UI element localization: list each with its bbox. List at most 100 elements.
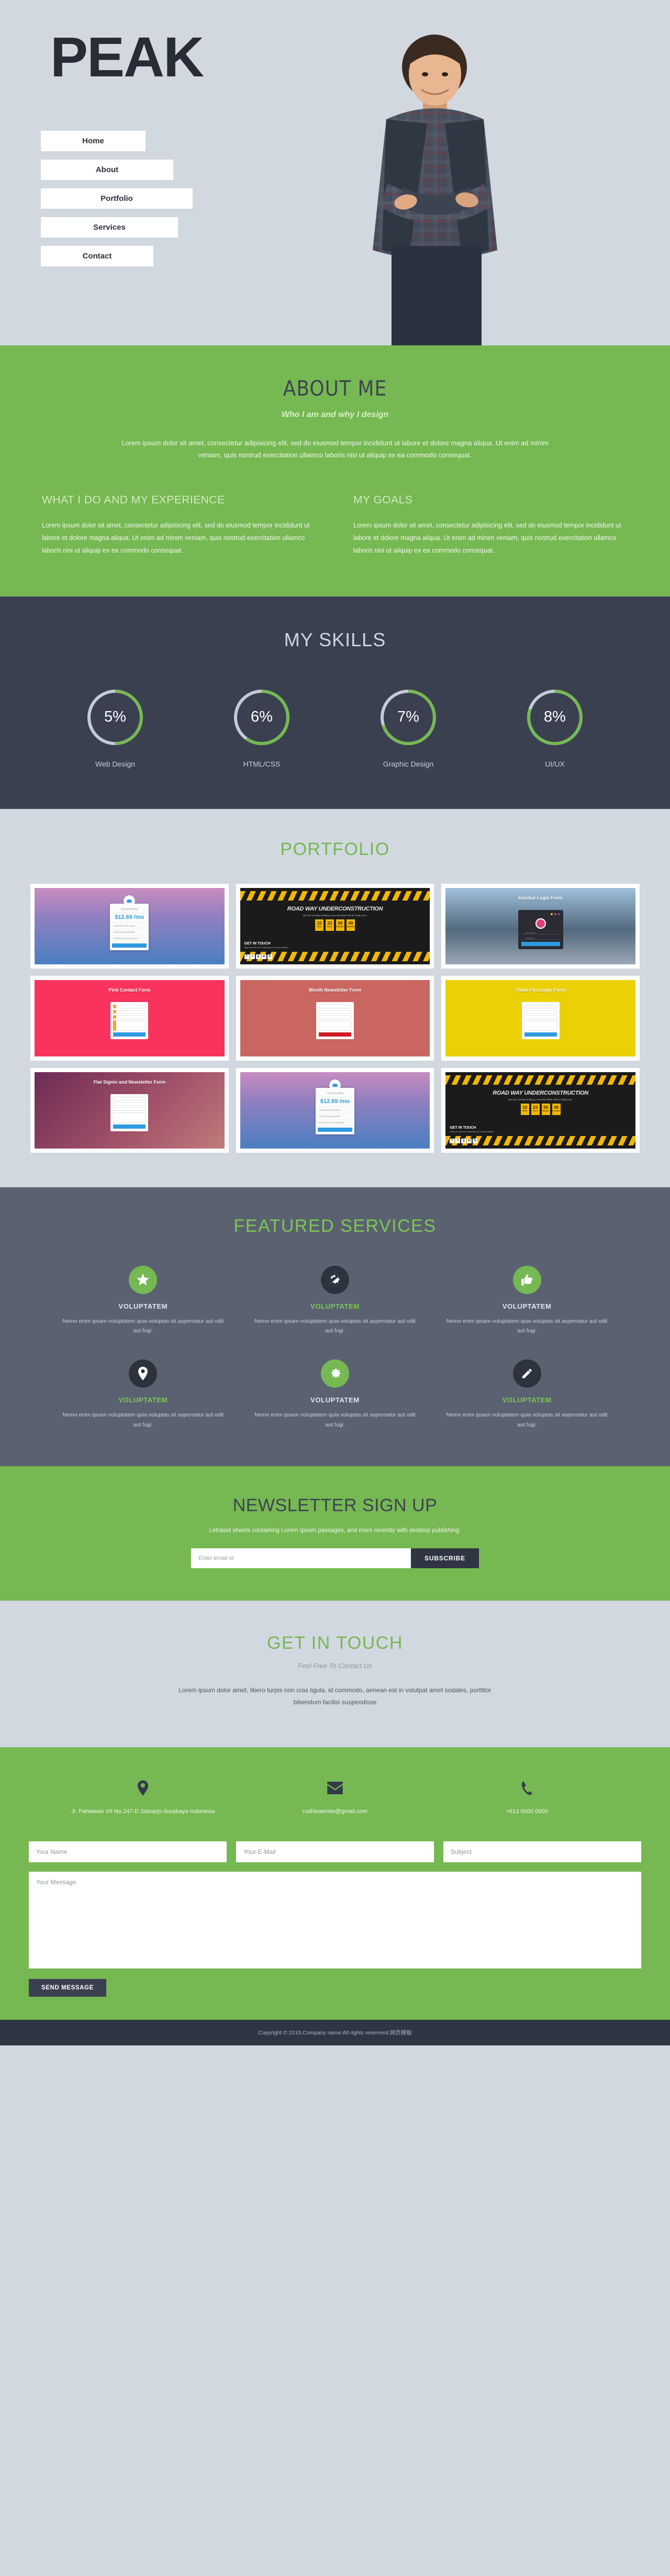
- hazard-stripe: [240, 891, 430, 901]
- portfolio-thumbnail: Month Newsletter Form: [240, 980, 430, 1056]
- about-column-heading: WHAT I DO AND MY EXPERIENCE: [42, 493, 225, 506]
- contact-detail-phone: +613 0000 0000: [431, 1778, 623, 1817]
- pricing-card: Cloud Hosting $12.69 /mo Unlimited Disk sp…: [110, 903, 149, 950]
- portfolio-item[interactable]: Pink Contact Form: [30, 975, 229, 1061]
- nav-item-portfolio[interactable]: Portfolio: [41, 188, 193, 209]
- portfolio-item[interactable]: Clean Flat Login Form: [441, 975, 640, 1061]
- skill-percent: 5%: [104, 708, 126, 726]
- about-column-experience: WHAT I DO AND MY EXPERIENCE Lorem ipsum …: [42, 494, 317, 557]
- form-submit-button[interactable]: [113, 1124, 146, 1129]
- pricing-price: $12.69 /mo: [317, 1096, 352, 1107]
- pricing-feature: Unlimited Email address: [112, 936, 147, 942]
- service-body: Nemo enim ipsam voluptatem quia voluptas…: [254, 1412, 416, 1428]
- contact-form: SEND MESSAGE: [29, 1841, 641, 1997]
- pencil-icon[interactable]: [512, 1359, 541, 1388]
- portfolio-item[interactable]: klasikal Login Form Username Password: [441, 883, 640, 969]
- pricing-cta[interactable]: [112, 943, 147, 948]
- countdown-box: 23 Hours: [531, 1103, 540, 1115]
- form-mockup: [316, 1002, 354, 1039]
- login-button[interactable]: [521, 941, 560, 946]
- nav-item-about[interactable]: About: [41, 160, 173, 180]
- skill-item: 6% HTML/CSS: [188, 689, 335, 768]
- contact-email-input[interactable]: [236, 1841, 434, 1863]
- form-mockup: [110, 1094, 149, 1131]
- road-get-in-touch: GET IN TOUCH Stay tuned and don't forget …: [450, 1126, 494, 1133]
- newsletter-email-input[interactable]: [191, 1548, 411, 1569]
- contact-subject-input[interactable]: [443, 1841, 641, 1863]
- social-icons[interactable]: f t g in b: [450, 1138, 478, 1143]
- contact-name-input[interactable]: [29, 1841, 227, 1863]
- nav-item-home[interactable]: Home: [41, 131, 146, 151]
- pricing-feature: Unlimited Disk space: [317, 1107, 352, 1113]
- portfolio-item[interactable]: ROAD WAY UNDERCONSTRUCTION We are current…: [236, 883, 434, 969]
- portfolio-item[interactable]: ROAD WAY UNDERCONSTRUCTION We are current…: [441, 1067, 640, 1153]
- pricing-feature: Unlimited Bandwidth: [317, 1113, 352, 1120]
- mail-icon: [239, 1778, 431, 1798]
- countdown-box: 59 Minutes: [541, 1103, 550, 1115]
- about-columns: WHAT I DO AND MY EXPERIENCE Lorem ipsum …: [42, 494, 628, 557]
- road-title: ROAD WAY UNDERCONSTRUCTION: [493, 1089, 588, 1096]
- service-label: VOLUPTATEM: [118, 1396, 168, 1404]
- portfolio-item[interactable]: Cloud Hosting $12.69 /mo Unlimited Disk sp…: [30, 883, 229, 969]
- about-title: ABOUT ME: [283, 377, 387, 401]
- contact-section: Jl. Pahlawan VII No.247-D Sidoarjo-Surab…: [0, 1747, 670, 2020]
- login-window: Username Password: [518, 909, 563, 949]
- newsletter-subscribe-button[interactable]: SUBSCRIBE: [411, 1548, 479, 1569]
- hazard-stripe: [445, 1075, 635, 1085]
- service-body: Nemo enim ipsam voluptatem quia voluptas…: [446, 1412, 608, 1428]
- portfolio-caption: Flat Signin and Newsletter Form: [93, 1079, 166, 1085]
- portfolio-thumbnail: ROAD WAY UNDERCONSTRUCTION We are current…: [240, 887, 430, 964]
- form-submit-button[interactable]: [524, 1032, 557, 1037]
- portfolio-item[interactable]: Flat Signin and Newsletter Form: [30, 1067, 229, 1153]
- phone-icon: [431, 1778, 623, 1798]
- road-subtitle: We are currently building a new site whi…: [303, 914, 367, 917]
- star-icon[interactable]: [129, 1265, 158, 1294]
- map-pin-icon: [47, 1778, 239, 1798]
- pricing-cta[interactable]: [317, 1127, 352, 1132]
- contact-message-textarea[interactable]: [29, 1872, 641, 1969]
- form-submit-button[interactable]: [318, 1032, 351, 1037]
- portfolio-caption: Clean Flat Login Form: [516, 987, 566, 993]
- portfolio-thumbnail: ROAD WAY UNDERCONSTRUCTION We are current…: [445, 1072, 635, 1149]
- portfolio-caption: Pink Contact Form: [108, 987, 151, 993]
- footer-copyright: Copyright © 2015.Company name All rights…: [258, 2030, 412, 2037]
- newsletter-form: SUBSCRIBE: [0, 1548, 670, 1569]
- skill-item: 8% UI/UX: [482, 689, 628, 768]
- service-item: VOLUPTATEM Nemo enim ipsam voluptatem qui…: [431, 1265, 623, 1336]
- countdown-box: 49 Seconds: [346, 919, 355, 931]
- about-column-body: Lorem ipsum dolor sit amet, consectetur …: [42, 521, 310, 555]
- portfolio-section: PORTFOLIO Cloud Hosting $12.69 /mo Unlimit…: [0, 808, 670, 1187]
- service-label: VOLUPTATEM: [502, 1302, 552, 1310]
- skill-label: Graphic Design: [383, 759, 434, 768]
- about-column-goals: MY GOALS Lorem ipsum dolor sit amet, con…: [353, 494, 628, 557]
- road-title: ROAD WAY UNDERCONSTRUCTION: [287, 905, 383, 912]
- form-mockup: [110, 1002, 149, 1039]
- contact-send-button[interactable]: SEND MESSAGE: [29, 1979, 106, 1997]
- social-icons[interactable]: f t g in b: [244, 954, 272, 959]
- globe-icon[interactable]: [320, 1265, 349, 1294]
- nav-item-contact[interactable]: Contact: [41, 246, 153, 266]
- form-submit-button[interactable]: [113, 1032, 146, 1037]
- map-pin-icon[interactable]: [129, 1359, 158, 1388]
- contact-details-row: Jl. Pahlawan VII No.247-D Sidoarjo-Surab…: [47, 1778, 623, 1817]
- pricing-price: $12.69 /mo: [112, 912, 147, 923]
- about-tagline: Who I am and why I design: [281, 410, 389, 419]
- service-body: Nemo enim ipsam voluptatem quia voluptas…: [254, 1318, 416, 1334]
- skill-label: UI/UX: [545, 759, 565, 768]
- countdown-box: 10 DAYS: [520, 1103, 529, 1115]
- skill-item: 7% Graphic Design: [335, 689, 482, 768]
- contact-address-text: Jl. Pahlawan VII No.247-D Sidoarjo-Surab…: [71, 1808, 215, 1815]
- gear-icon[interactable]: [320, 1359, 349, 1388]
- skill-percent: 8%: [544, 708, 566, 726]
- portfolio-item[interactable]: Month Newsletter Form: [236, 975, 434, 1061]
- pricing-title: Cloud Hosting: [327, 1092, 343, 1095]
- get-in-touch-blurb: Lorem ipsum dolor amet, libero turpis no…: [178, 1686, 492, 1706]
- pricing-feature: Unlimited Email address: [317, 1120, 352, 1126]
- portfolio-item[interactable]: Cloud Hosting $12.69 /mo Unlimited Disk sp…: [236, 1067, 434, 1153]
- road-subtitle: We are currently building a new site whi…: [508, 1098, 573, 1101]
- thumbs-up-icon[interactable]: [512, 1265, 541, 1294]
- page-footer: Copyright © 2015.Company name All rights…: [0, 2020, 670, 2046]
- about-intro: Lorem ipsum dolor sit amet, consectetur …: [121, 439, 549, 459]
- nav-item-services[interactable]: Services: [41, 217, 178, 238]
- contact-detail-email: rudhisasmito@gmail.com: [239, 1778, 431, 1817]
